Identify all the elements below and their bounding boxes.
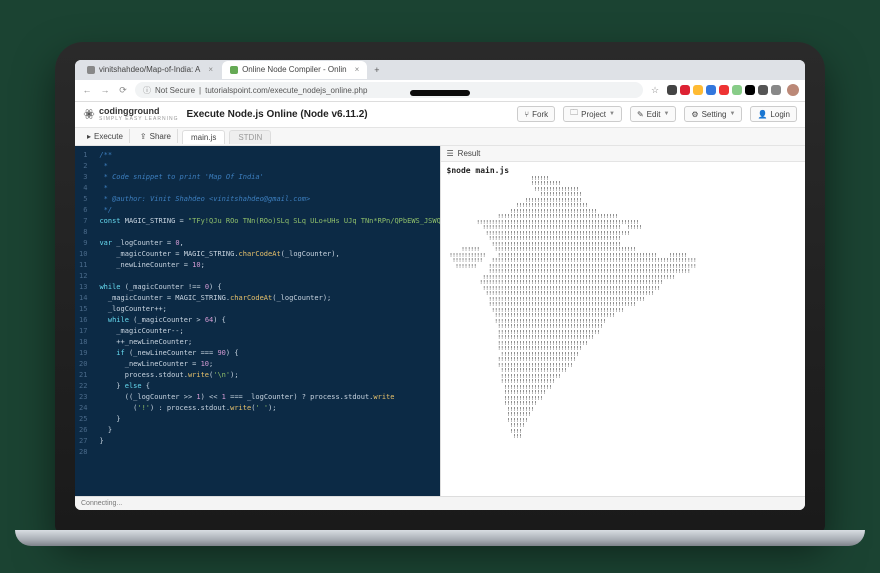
browser-tab[interactable]: Online Node Compiler - Onlin ×	[222, 61, 367, 79]
close-icon[interactable]: ×	[208, 65, 213, 74]
extensions-row	[667, 85, 781, 95]
btn-label: Share	[150, 132, 171, 141]
browser-tab-bar: vinitshahdeo/Map-of-India: A × Online No…	[75, 60, 805, 80]
fork-icon: ⑂	[524, 110, 529, 119]
split-pane: 1234567891011121314151617181920212223242…	[75, 146, 805, 496]
result-ascii-art: !!!!!! !!!!!!!!!! !!!!!!!!!!!!!!! !!!!!!…	[447, 177, 800, 441]
file-tab-main[interactable]: main.js	[182, 130, 225, 144]
file-tab-stdin[interactable]: STDIN	[229, 130, 271, 144]
login-button[interactable]: 👤Login	[750, 106, 797, 122]
btn-label: Fork	[532, 110, 548, 119]
security-label: Not Secure	[155, 86, 195, 95]
btn-label: Edit	[647, 110, 661, 119]
execute-button[interactable]: ▸Execute	[81, 129, 130, 143]
extension-icon[interactable]	[732, 85, 742, 95]
edit-button[interactable]: ✎Edit▼	[630, 106, 676, 122]
share-icon: ⇪	[140, 132, 147, 141]
browser-tab[interactable]: vinitshahdeo/Map-of-India: A ×	[79, 61, 221, 79]
extension-icon[interactable]	[680, 85, 690, 95]
extension-icon[interactable]	[771, 85, 781, 95]
btn-label: Login	[770, 110, 790, 119]
page-title: Execute Node.js Online (Node v6.11.2)	[186, 109, 367, 120]
tab-label: vinitshahdeo/Map-of-India: A	[99, 65, 200, 74]
btn-label: Setting	[702, 110, 727, 119]
btn-label: Execute	[94, 132, 123, 141]
code-editor[interactable]: 1234567891011121314151617181920212223242…	[75, 146, 440, 496]
project-button[interactable]: 🗀Project▼	[563, 106, 622, 122]
laptop-frame: vinitshahdeo/Map-of-India: A × Online No…	[55, 42, 825, 532]
result-body[interactable]: $node main.js !!!!!! !!!!!!!!!! !!!!!!!!…	[441, 162, 806, 496]
extension-icon[interactable]	[719, 85, 729, 95]
new-tab-button[interactable]: +	[368, 65, 385, 75]
brand-logo[interactable]: codingground SIMPLY EASY LEARNING	[83, 106, 178, 122]
editor-toolbar: ▸Execute ⇪Share main.js STDIN	[75, 128, 805, 146]
result-header: ☰ Result	[441, 146, 806, 162]
line-gutter: 1234567891011121314151617181920212223242…	[75, 146, 93, 496]
reload-icon[interactable]: ⟳	[117, 85, 129, 96]
back-icon[interactable]: ←	[81, 85, 93, 95]
close-icon[interactable]: ×	[355, 65, 360, 74]
gear-icon: ⚙	[691, 110, 698, 119]
code-area[interactable]: /** * * Code snippet to print 'Map Of In…	[93, 146, 439, 496]
tab-label: Online Node Compiler - Onlin	[242, 65, 347, 74]
chevron-down-icon: ▼	[663, 111, 669, 117]
forward-icon[interactable]: →	[99, 85, 111, 95]
chevron-down-icon: ▼	[609, 111, 615, 117]
brand-subtitle: SIMPLY EASY LEARNING	[99, 116, 178, 122]
favicon-icon	[87, 66, 95, 74]
status-bar: Connecting...	[75, 496, 805, 510]
fork-button[interactable]: ⑂Fork	[517, 106, 555, 122]
extension-icon[interactable]	[745, 85, 755, 95]
result-command: $node main.js	[447, 166, 800, 175]
brand-name: codingground	[99, 106, 160, 116]
extension-icon[interactable]	[758, 85, 768, 95]
play-icon: ▸	[87, 132, 91, 141]
info-icon[interactable]: ⓘ	[143, 85, 151, 96]
setting-button[interactable]: ⚙ Setting▼	[684, 106, 742, 122]
status-text: Connecting...	[81, 500, 122, 507]
avatar-icon[interactable]	[787, 84, 799, 96]
extension-icon[interactable]	[667, 85, 677, 95]
btn-label: Project	[581, 110, 606, 119]
result-title: Result	[458, 149, 481, 158]
laptop-notch	[410, 90, 470, 96]
chevron-down-icon: ▼	[730, 111, 736, 117]
star-icon[interactable]: ☆	[649, 85, 661, 96]
user-icon: 👤	[757, 110, 767, 119]
site-header: codingground SIMPLY EASY LEARNING Execut…	[75, 102, 805, 128]
favicon-icon	[230, 66, 238, 74]
extension-icon[interactable]	[706, 85, 716, 95]
folder-icon: 🗀	[570, 107, 578, 121]
list-icon: ☰	[447, 149, 454, 158]
pencil-icon: ✎	[637, 110, 644, 119]
share-button[interactable]: ⇪Share	[134, 129, 178, 143]
screen: vinitshahdeo/Map-of-India: A × Online No…	[75, 60, 805, 510]
url-input[interactable]: ⓘ Not Secure | tutorialspoint.com/execut…	[135, 82, 643, 98]
result-panel: ☰ Result $node main.js !!!!!! !!!!!!!!!!…	[440, 146, 806, 496]
extension-icon[interactable]	[693, 85, 703, 95]
url-text: tutorialspoint.com/execute_nodejs_online…	[205, 86, 367, 95]
logo-icon	[83, 108, 95, 120]
